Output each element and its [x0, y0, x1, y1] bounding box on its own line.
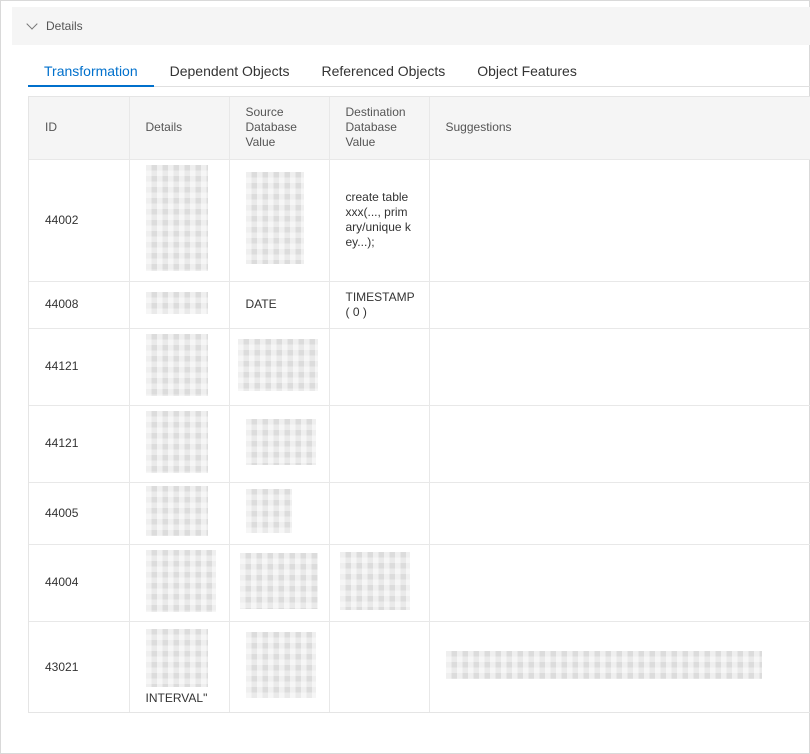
cell-details	[129, 281, 230, 329]
cell-details	[129, 405, 230, 483]
column-header-destination-value: Destination Database Value	[329, 97, 430, 160]
cell-source-value	[229, 544, 330, 622]
cell-source-value: DATE	[229, 281, 330, 329]
redacted-block	[145, 486, 208, 536]
redacted-block	[145, 165, 208, 271]
table-row: 44005	[29, 482, 810, 545]
table-row: 44002 create table xxx(..., primary/uniq…	[29, 159, 810, 282]
cell-id: 44002	[29, 159, 130, 282]
redacted-block	[145, 549, 216, 612]
cell-source-value	[229, 621, 330, 712]
cell-destination-value	[329, 328, 430, 406]
cell-source-value	[229, 328, 330, 406]
cell-destination-value	[329, 405, 430, 483]
redacted-block	[237, 338, 318, 391]
column-header-suggestions: Suggestions	[429, 97, 810, 160]
cell-details	[129, 159, 230, 282]
column-header-id: ID	[29, 97, 130, 160]
cell-suggestions	[429, 281, 810, 329]
redacted-block	[445, 651, 762, 679]
redacted-block	[339, 551, 410, 610]
cell-destination-value	[329, 621, 430, 712]
cell-suggestions	[429, 621, 810, 712]
table-row: 44008 DATE TIMESTAMP ( 0 )	[29, 281, 810, 329]
redacted-block	[245, 632, 316, 698]
transformation-table: ID Details Source Database Value Destina…	[28, 96, 810, 713]
cell-source-value	[229, 482, 330, 545]
details-panel: Details Transformation Dependent Objects…	[0, 0, 810, 754]
redacted-block	[245, 418, 316, 465]
cell-suggestions	[429, 405, 810, 483]
cell-id: 44121	[29, 405, 130, 483]
cell-id: 44121	[29, 328, 130, 406]
redacted-block	[145, 333, 208, 396]
cell-destination-value	[329, 544, 430, 622]
cell-details	[129, 328, 230, 406]
cell-suggestions	[429, 159, 810, 282]
cell-id: 44008	[29, 281, 130, 329]
redacted-block	[145, 410, 208, 473]
redacted-block	[145, 291, 208, 314]
table-row: 43021 INTERVAL"	[29, 621, 810, 712]
table-row: 44121	[29, 328, 810, 406]
cell-suggestions	[429, 328, 810, 406]
cell-suggestions	[429, 544, 810, 622]
cell-source-value	[229, 405, 330, 483]
cell-details	[129, 544, 230, 622]
cell-id: 44004	[29, 544, 130, 622]
chevron-down-icon[interactable]	[26, 17, 38, 30]
redacted-block	[145, 628, 208, 687]
cell-destination-value: TIMESTAMP ( 0 )	[329, 281, 430, 329]
tab-dependent-objects[interactable]: Dependent Objects	[154, 57, 306, 87]
cell-details	[129, 482, 230, 545]
tab-object-features[interactable]: Object Features	[461, 57, 593, 87]
cell-destination-value	[329, 482, 430, 545]
panel-title: Details	[46, 19, 83, 33]
redacted-block	[239, 552, 318, 609]
tab-transformation[interactable]: Transformation	[28, 57, 154, 87]
table-row: 44121	[29, 405, 810, 483]
tab-referenced-objects[interactable]: Referenced Objects	[305, 57, 461, 87]
column-header-source-value: Source Database Value	[229, 97, 330, 160]
redacted-block	[245, 489, 292, 533]
table-row: 44004	[29, 544, 810, 622]
panel-header[interactable]: Details	[12, 7, 810, 45]
cell-id: 44005	[29, 482, 130, 545]
cell-source-value	[229, 159, 330, 282]
redacted-block	[245, 172, 304, 264]
cell-id: 43021	[29, 621, 130, 712]
cell-details: INTERVAL"	[129, 621, 230, 712]
table-header-row: ID Details Source Database Value Destina…	[29, 97, 810, 160]
column-header-details: Details	[129, 97, 230, 160]
cell-suggestions	[429, 482, 810, 545]
cell-destination-value: create table xxx(..., primary/unique key…	[329, 159, 430, 282]
tab-bar: Transformation Dependent Objects Referen…	[28, 57, 810, 87]
